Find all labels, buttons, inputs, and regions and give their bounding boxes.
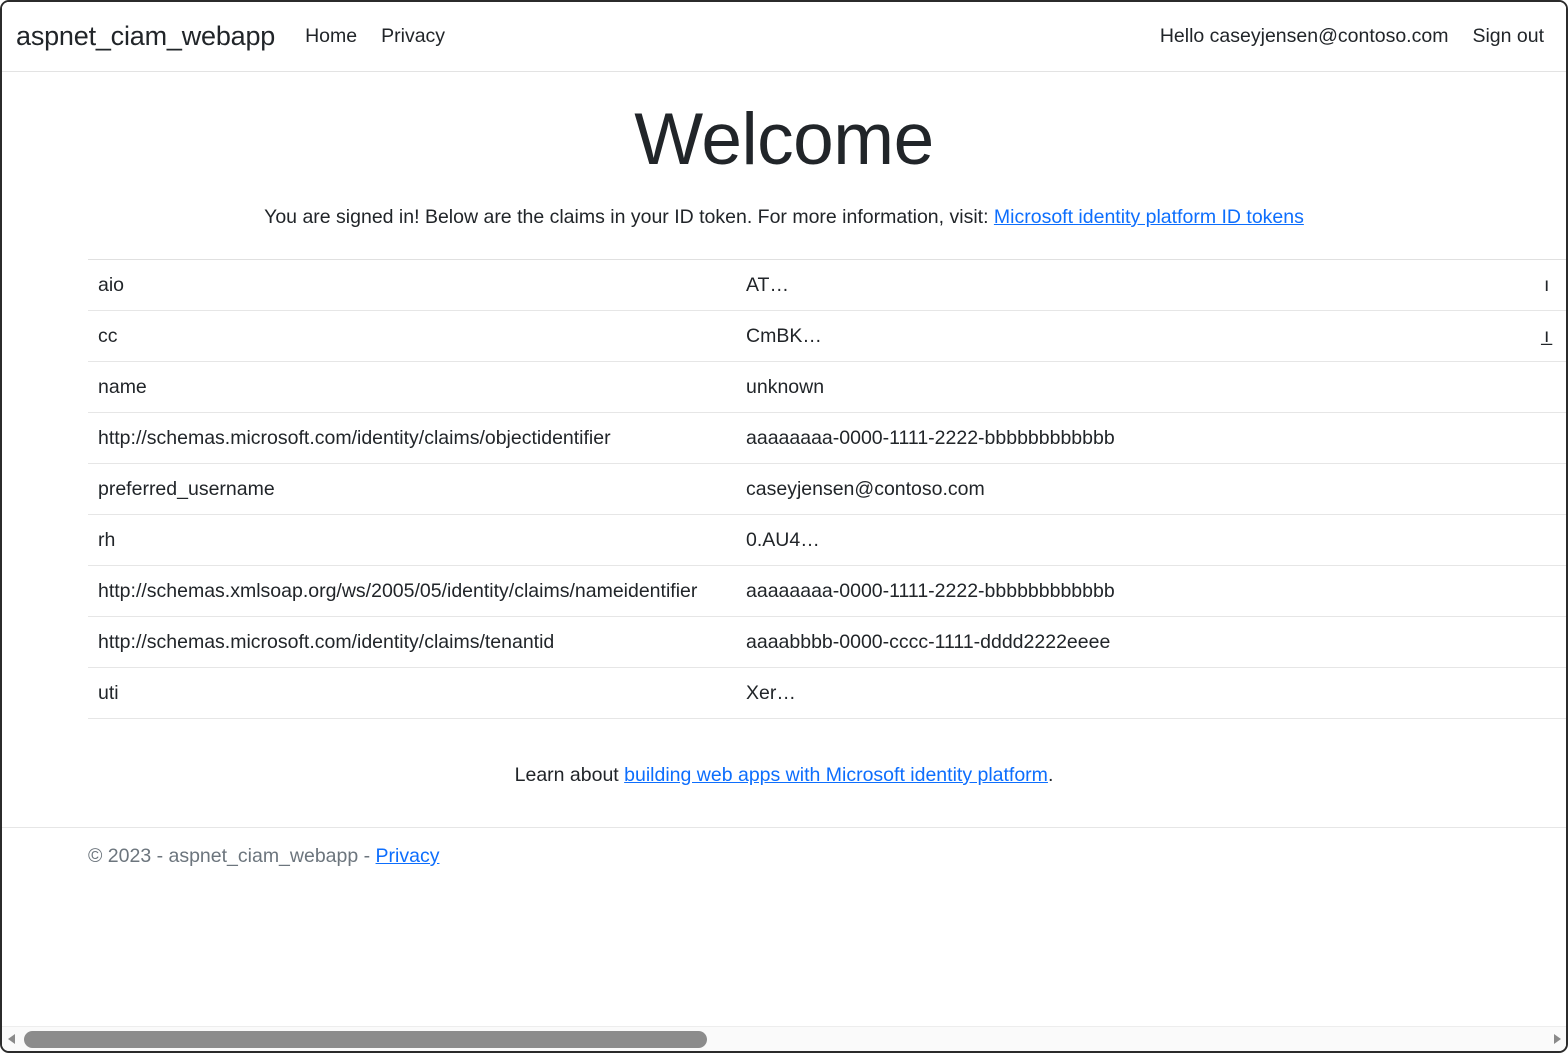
claim-extra-cell bbox=[1534, 668, 1566, 719]
nav-link-privacy[interactable]: Privacy bbox=[381, 25, 445, 48]
scroll-left-arrow-icon[interactable] bbox=[2, 1027, 20, 1052]
claim-type-cell: aio bbox=[88, 260, 736, 311]
table-row: http://schemas.microsoft.com/identity/cl… bbox=[88, 413, 1566, 464]
navbar-brand[interactable]: aspnet_ciam_webapp bbox=[16, 21, 275, 52]
triangle-left-icon bbox=[8, 1034, 15, 1044]
learn-about-paragraph: Learn about building web apps with Micro… bbox=[2, 719, 1566, 827]
claim-value-cell: caseyjensen@contoso.com bbox=[736, 464, 1534, 515]
claim-extra-cell bbox=[1534, 413, 1566, 464]
navbar: aspnet_ciam_webapp Home Privacy Hello ca… bbox=[2, 2, 1566, 72]
sign-out-button[interactable]: Sign out bbox=[1472, 25, 1544, 48]
page-title: Welcome bbox=[2, 72, 1566, 176]
navbar-user-area: Hello caseyjensen@contoso.com Sign out bbox=[1160, 25, 1544, 48]
page-viewport: aspnet_ciam_webapp Home Privacy Hello ca… bbox=[2, 2, 1566, 1026]
footer-copyright: © 2023 - aspnet_ciam_webapp - bbox=[88, 845, 376, 867]
table-row: http://schemas.microsoft.com/identity/cl… bbox=[88, 617, 1566, 668]
claim-extra-cell: ı bbox=[1534, 260, 1566, 311]
triangle-right-icon bbox=[1554, 1034, 1561, 1044]
claim-value-cell: aaaaaaaa-0000-1111-2222-bbbbbbbbbbbb bbox=[736, 566, 1534, 617]
main-content: Welcome You are signed in! Below are the… bbox=[2, 72, 1566, 827]
learn-about-period: . bbox=[1048, 764, 1053, 786]
claim-type-cell: name bbox=[88, 362, 736, 413]
user-greeting-link[interactable]: Hello caseyjensen@contoso.com bbox=[1160, 25, 1449, 48]
subtitle-text: You are signed in! Below are the claims … bbox=[264, 206, 994, 228]
claims-table: aioAT…ıccCmBK…ı̲nameunknownhttp://schema… bbox=[88, 259, 1566, 719]
claim-value-cell: Xer… bbox=[736, 668, 1534, 719]
claim-extra-cell bbox=[1534, 362, 1566, 413]
table-row: ccCmBK…ı̲ bbox=[88, 311, 1566, 362]
claim-type-cell: preferred_username bbox=[88, 464, 736, 515]
claim-extra-cell bbox=[1534, 515, 1566, 566]
scrollbar-track[interactable] bbox=[20, 1027, 1548, 1052]
claim-type-cell: rh bbox=[88, 515, 736, 566]
claim-type-cell: http://schemas.xmlsoap.org/ws/2005/05/id… bbox=[88, 566, 736, 617]
table-row: utiXer… bbox=[88, 668, 1566, 719]
claim-extra-cell: ı̲ bbox=[1534, 311, 1566, 362]
claim-extra-cell bbox=[1534, 464, 1566, 515]
claim-type-cell: http://schemas.microsoft.com/identity/cl… bbox=[88, 617, 736, 668]
table-row: rh0.AU4… bbox=[88, 515, 1566, 566]
claim-value-cell: 0.AU4… bbox=[736, 515, 1534, 566]
table-row: nameunknown bbox=[88, 362, 1566, 413]
site-footer: © 2023 - aspnet_ciam_webapp - Privacy bbox=[2, 827, 1566, 868]
claim-type-cell: cc bbox=[88, 311, 736, 362]
claims-table-container: aioAT…ıccCmBK…ı̲nameunknownhttp://schema… bbox=[2, 259, 1566, 719]
footer-privacy-link[interactable]: Privacy bbox=[376, 845, 440, 867]
table-row: preferred_usernamecaseyjensen@contoso.co… bbox=[88, 464, 1566, 515]
claim-value-cell: aaaaaaaa-0000-1111-2222-bbbbbbbbbbbb bbox=[736, 413, 1534, 464]
claim-extra-cell bbox=[1534, 566, 1566, 617]
build-webapps-doc-link[interactable]: building web apps with Microsoft identit… bbox=[624, 764, 1048, 786]
page-subtitle: You are signed in! Below are the claims … bbox=[2, 176, 1566, 229]
scrollbar-thumb[interactable] bbox=[24, 1031, 707, 1048]
claim-value-cell: AT… bbox=[736, 260, 1534, 311]
id-tokens-doc-link[interactable]: Microsoft identity platform ID tokens bbox=[994, 206, 1304, 228]
claims-table-body: aioAT…ıccCmBK…ı̲nameunknownhttp://schema… bbox=[88, 260, 1566, 719]
claim-value-cell: CmBK… bbox=[736, 311, 1534, 362]
claim-value-cell: aaaabbbb-0000-cccc-1111-dddd2222eeee bbox=[736, 617, 1534, 668]
horizontal-scrollbar[interactable] bbox=[2, 1026, 1566, 1051]
table-row: aioAT…ı bbox=[88, 260, 1566, 311]
nav-link-home[interactable]: Home bbox=[305, 25, 357, 48]
table-row: http://schemas.xmlsoap.org/ws/2005/05/id… bbox=[88, 566, 1566, 617]
claim-extra-cell bbox=[1534, 617, 1566, 668]
claim-type-cell: http://schemas.microsoft.com/identity/cl… bbox=[88, 413, 736, 464]
claim-type-cell: uti bbox=[88, 668, 736, 719]
claim-value-cell: unknown bbox=[736, 362, 1534, 413]
learn-about-text: Learn about bbox=[515, 764, 625, 786]
scroll-right-arrow-icon[interactable] bbox=[1548, 1027, 1566, 1052]
browser-window: aspnet_ciam_webapp Home Privacy Hello ca… bbox=[0, 0, 1568, 1053]
